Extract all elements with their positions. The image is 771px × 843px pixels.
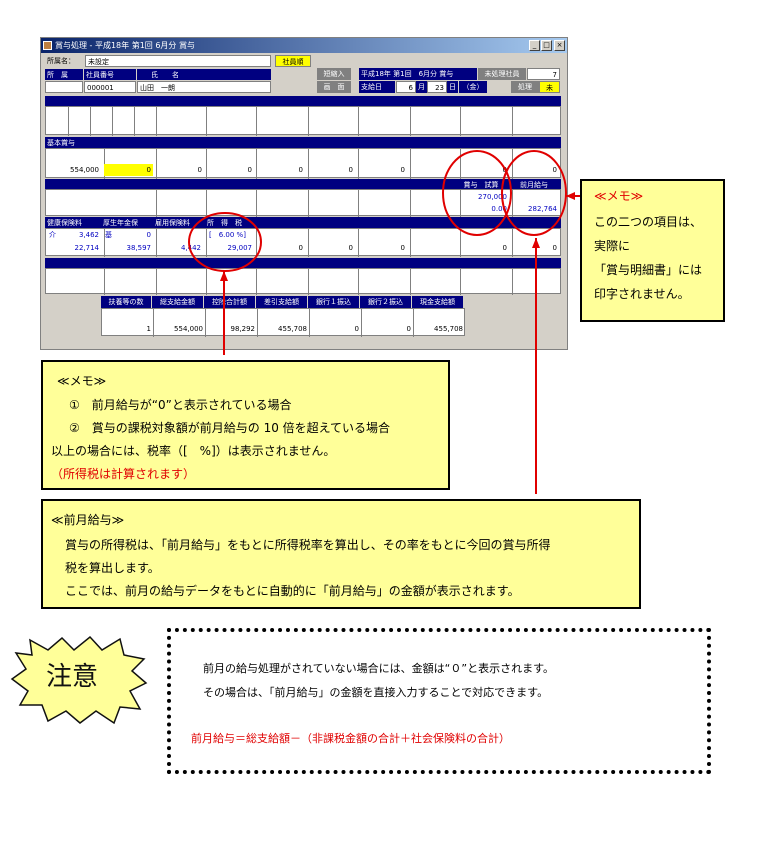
memo-tax-line-4: （所得税は計算されます）: [51, 467, 196, 481]
memo-right-line-2: 実際に: [594, 239, 631, 253]
memo-tax-line-2: ② 賞与の課税対象額が前月給与の 10 倍を超えている場合: [69, 421, 391, 435]
memo-print-note: ≪メモ≫ この二つの項目は、 実際に 「賞与明細書」には 印字されません。: [580, 179, 725, 322]
caution-line-2: その場合は、「前月給与」の金額を直接入力することで対応できます。: [203, 686, 549, 699]
memo-tax-line-1: ① 前月給与が“0”と表示されている場合: [69, 398, 292, 412]
memo-right-line-4: 印字されません。: [594, 287, 690, 301]
memo-right-line-1: この二つの項目は、: [594, 215, 703, 229]
memo-prev-salary: ≪前月給与≫ 賞与の所得税は、「前月給与」をもとに所得税率を算出し、その率をもと…: [41, 499, 641, 609]
prev-memo-arrowhead: [532, 238, 540, 248]
caution-formula: 前月給与＝総支給額－（非課税金額の合計＋社会保険料の合計）: [191, 732, 510, 745]
memo-tax-rate: ≪メモ≫ ① 前月給与が“0”と表示されている場合 ② 賞与の課税対象額が前月給…: [41, 360, 450, 490]
memo-prev-line-1: 賞与の所得税は、「前月給与」をもとに所得税率を算出し、その率をもとに今回の賞与所…: [65, 538, 551, 552]
income-tax-circle: [188, 212, 262, 272]
caution-badge-text: 注意: [46, 662, 99, 692]
memo-prev-line-3: ここでは、前月の給与データをもとに自動的に「前月給与」の金額が表示されます。: [65, 584, 520, 598]
memo-prev-title: ≪前月給与≫: [51, 513, 125, 527]
memo-right-title: ≪メモ≫: [594, 189, 644, 203]
caution-line-1: 前月の給与処理がされていない場合には、金額は“０”と表示されます。: [203, 662, 554, 675]
memo-tax-title: ≪メモ≫: [57, 374, 107, 388]
caution-note-box: 前月の給与処理がされていない場合には、金額は“０”と表示されます。 その場合は、…: [167, 628, 711, 774]
tax-memo-arrowhead: [220, 271, 228, 281]
memo-tax-line-3: 以上の場合には、税率（[ %]）は表示されません。: [51, 444, 336, 458]
memo-right-line-3: 「賞与明細書」には: [594, 263, 703, 277]
memo-prev-line-2: 税を算出します。: [65, 561, 160, 575]
bonus-trial-circle: [442, 150, 512, 236]
right-memo-arrowhead: [566, 192, 575, 200]
